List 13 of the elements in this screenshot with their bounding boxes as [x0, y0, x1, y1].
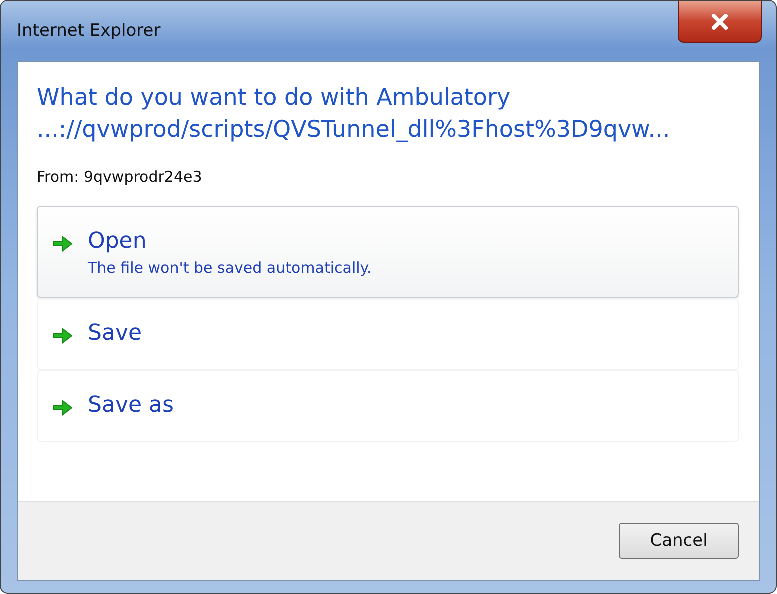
heading-text: What do you want to do with Ambulatory [37, 84, 512, 113]
command-link[interactable]: Open The file won't be saved automatically. [37, 206, 739, 298]
close-icon [711, 14, 729, 30]
window-title: Internet Explorer [17, 21, 161, 41]
arrow-icon [52, 327, 74, 345]
cancel-button[interactable]: Cancel [619, 523, 739, 559]
command-link[interactable]: Save as [37, 370, 739, 442]
heading-text: ...://qvwprod/scripts/QVSTunnel_dll%3Fhost%3D9qvw... [37, 116, 672, 145]
arrow-icon [52, 399, 74, 417]
source-text: From: 9qvwprodr24e3 [37, 168, 204, 186]
close-button[interactable] [678, 1, 762, 43]
command-link[interactable]: Save [37, 298, 739, 370]
arrow-icon [52, 235, 74, 253]
